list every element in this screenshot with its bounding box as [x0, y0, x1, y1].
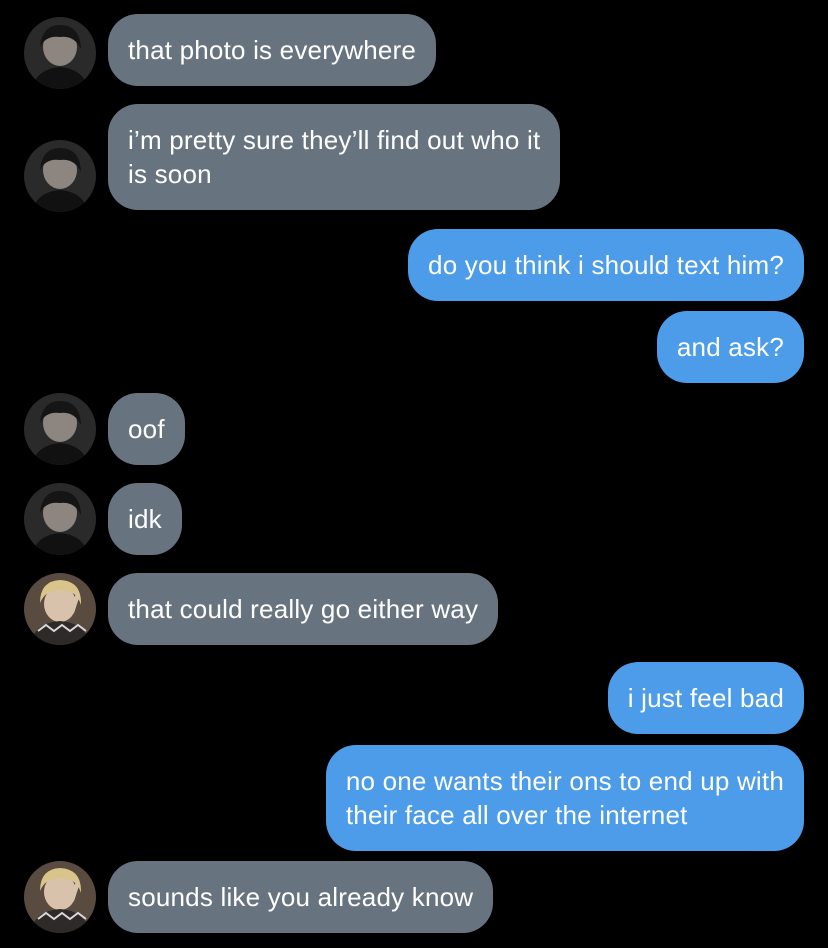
incoming-message-bubble[interactable]: sounds like you already know	[108, 861, 494, 933]
incoming-message-bubble[interactable]: idk	[108, 483, 182, 555]
outgoing-message-bubble[interactable]: do you think i should text him?	[408, 229, 804, 301]
incoming-message-bubble[interactable]: oof	[108, 393, 185, 465]
outgoing-message-bubble[interactable]: and ask?	[656, 311, 804, 383]
outgoing-message-bubble[interactable]: no one wants their ons to end up with th…	[325, 745, 804, 851]
dark-haired-avatar-icon[interactable]	[24, 393, 96, 465]
blond-haired-avatar-icon[interactable]	[24, 573, 96, 645]
incoming-message-bubble[interactable]: that photo is everywhere	[108, 14, 437, 86]
outgoing-message-bubble[interactable]: i just feel bad	[607, 662, 804, 734]
dark-haired-avatar-icon[interactable]	[24, 140, 96, 212]
incoming-message-bubble[interactable]: that could really go either way	[108, 573, 499, 645]
blond-haired-avatar-icon[interactable]	[24, 861, 96, 933]
incoming-message-bubble[interactable]: i’m pretty sure they’ll find out who it …	[108, 104, 561, 210]
dark-haired-avatar-icon[interactable]	[24, 17, 96, 89]
dark-haired-avatar-icon[interactable]	[24, 483, 96, 555]
